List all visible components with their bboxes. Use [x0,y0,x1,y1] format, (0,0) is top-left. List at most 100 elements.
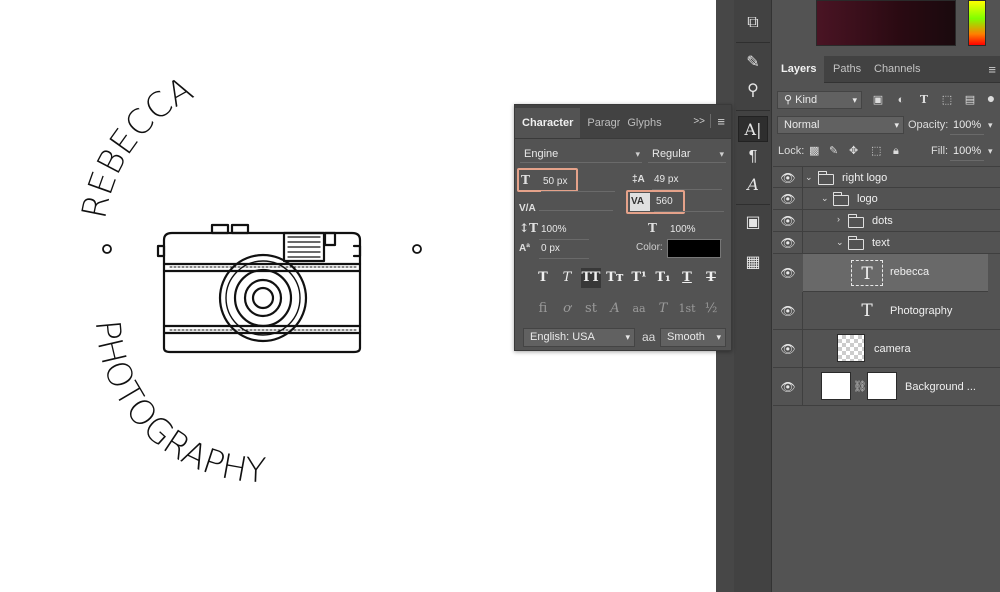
layer-row-dots[interactable]: 👁︎ › dots [773,210,1000,232]
anti-alias-dropdown[interactable]: Smooth ▾ [660,328,726,347]
visibility-eye-icon[interactable]: 👁︎ [779,342,797,356]
tab-character[interactable]: Character [515,108,581,138]
layer-row-text[interactable]: 👁︎ ⌄ text [773,232,1000,254]
tab-glyphs[interactable]: Glyphs [620,108,668,138]
search-icon: ⚲ [784,94,793,106]
horizontal-scale-value[interactable]: 100% [668,221,722,240]
small-caps-button[interactable]: Tт [605,268,625,288]
filter-kind-dropdown[interactable]: ⚲ Kind ▾ [777,91,862,109]
visibility-eye-icon[interactable]: 👁︎ [779,192,797,206]
adjustment-filter-icon[interactable]: ◐ [893,91,909,109]
vertical-scale-value[interactable]: 100% [539,221,589,240]
chevron-down-icon[interactable]: ⌄ [821,193,829,204]
adjustments-icon[interactable]: ▦ [738,250,768,276]
divider [736,204,770,205]
chevron-right-icon[interactable]: › [837,214,840,224]
tab-layers[interactable]: Layers [773,56,825,83]
old-style-button[interactable]: ơ [557,299,577,319]
smart-object-filter-icon[interactable]: ▤ [962,91,978,109]
brush-presets-icon[interactable]: ⚲ [738,78,768,104]
chevron-down-icon[interactable]: ▾ [988,142,993,160]
leading-value[interactable]: 49 px [652,171,722,190]
visibility-eye-icon[interactable]: 👁︎ [779,171,797,185]
folder-icon [817,171,834,185]
lock-label: Lock: [778,145,805,157]
strikethrough-button[interactable]: T [701,268,721,288]
paragraph-panel-icon[interactable]: ¶ [738,144,768,170]
ligatures-button[interactable]: fi [533,299,553,319]
chevron-down-icon[interactable]: ▾ [988,116,993,134]
collapse-panel-icon[interactable]: >> [693,116,705,127]
chevron-down-icon[interactable]: ⌄ [805,172,813,183]
lock-transparency-icon[interactable]: ▩ [809,142,819,160]
tab-paths[interactable]: Paths [825,56,869,83]
type-filter-icon[interactable]: T [916,91,932,109]
libraries-icon[interactable]: ▣ [738,210,768,236]
faux-italic-button[interactable]: T [557,268,577,288]
horizontal-scale-field[interactable]: T 100% [648,219,726,240]
font-size-value[interactable]: 50 px [541,173,615,192]
fractions-button[interactable]: ½ [701,299,721,319]
character-panel-icon[interactable]: A| [738,116,768,142]
visibility-eye-icon[interactable]: 👁︎ [779,380,797,394]
layer-row-rebecca[interactable]: T rebecca [803,254,988,292]
filter-toggle-icon[interactable]: ● [983,89,999,107]
titling-alternates-button[interactable]: T [653,299,673,319]
font-style-dropdown[interactable]: Regular ▾ [648,145,726,163]
blend-mode-dropdown[interactable]: Normal ▾ [777,116,904,134]
camera-illustration [156,223,362,354]
vertical-scale-field[interactable]: ↕T 100% [519,219,591,240]
vertical-scale-icon: ↕T [519,221,538,235]
lock-pixels-icon[interactable]: ✎ [829,142,838,160]
kerning-value[interactable] [539,193,613,211]
tracking-field[interactable]: VA 560 [630,193,726,212]
lock-all-icon[interactable]: 🔒︎ [893,142,899,160]
shape-filter-icon[interactable]: ⬚ [939,91,955,109]
tab-paragraph[interactable]: Paragra [580,108,620,138]
kerning-field[interactable]: V/A [519,193,619,214]
discretionary-ligatures-button[interactable]: st [581,299,601,319]
layer-row-logo[interactable]: 👁︎ ⌄ logo [773,188,1000,210]
baseline-shift-value[interactable]: 0 px [539,240,589,259]
image-filter-icon[interactable]: ▣ [870,91,886,109]
chevron-down-icon[interactable]: ⌄ [836,237,844,248]
brushes-icon[interactable]: ✎ [738,50,768,76]
font-family-dropdown[interactable]: Engine ▾ [520,145,642,163]
layer-row-background[interactable]: 👁︎ ⛓ Background ... [773,368,1000,406]
layer-row-right-logo[interactable]: 👁︎ ⌄ right logo [773,166,1000,188]
stylistic-alternates-button[interactable]: aa [629,299,649,319]
superscript-button[interactable]: T¹ [629,268,649,288]
language-dropdown[interactable]: English: USA ▾ [523,328,635,347]
lock-artboard-icon[interactable]: ⬚ [871,142,881,160]
visibility-eye-icon[interactable]: 👁︎ [779,214,797,228]
underline-button[interactable]: T [677,268,697,288]
tracking-value[interactable]: 560 [654,193,724,212]
text-color-swatch[interactable] [667,239,721,258]
font-size-field[interactable]: T 50 px [521,171,619,192]
subscript-button[interactable]: T₁ [653,268,673,288]
color-field[interactable] [816,0,956,46]
opacity-field[interactable]: 100% [950,116,985,135]
all-caps-button[interactable]: TT [581,268,601,288]
hue-strip[interactable] [968,0,986,46]
swash-button[interactable]: A [605,299,625,319]
visibility-eye-icon[interactable]: 👁︎ [779,236,797,250]
folder-icon [832,192,849,206]
visibility-eye-icon[interactable]: 👁︎ [779,304,797,318]
ordinals-button[interactable]: 1st [677,299,697,319]
faux-bold-button[interactable]: T [533,268,553,288]
layer-row-camera[interactable]: 👁︎ camera [773,330,1000,368]
history-brush-icon[interactable]: ⧉ [738,10,768,36]
panel-menu-icon[interactable]: ≡ [988,62,996,77]
glyphs-panel-icon[interactable]: A [738,172,768,198]
panel-menu-icon[interactable]: ≡ [717,114,725,129]
visibility-eye-icon[interactable]: 👁︎ [779,266,797,280]
fill-field[interactable]: 100% [950,142,985,161]
layer-name: Photography [890,305,953,317]
tab-channels[interactable]: Channels [866,56,928,83]
baseline-shift-field[interactable]: Aª 0 px [519,240,591,259]
lock-position-icon[interactable]: ✥ [849,142,858,160]
leading-field[interactable]: ‡A 49 px [632,171,726,190]
character-panel-tabbar: Character Paragra Glyphs >> ≡ [515,105,731,139]
layer-row-photography[interactable]: 👁︎ T Photography [773,292,1000,330]
